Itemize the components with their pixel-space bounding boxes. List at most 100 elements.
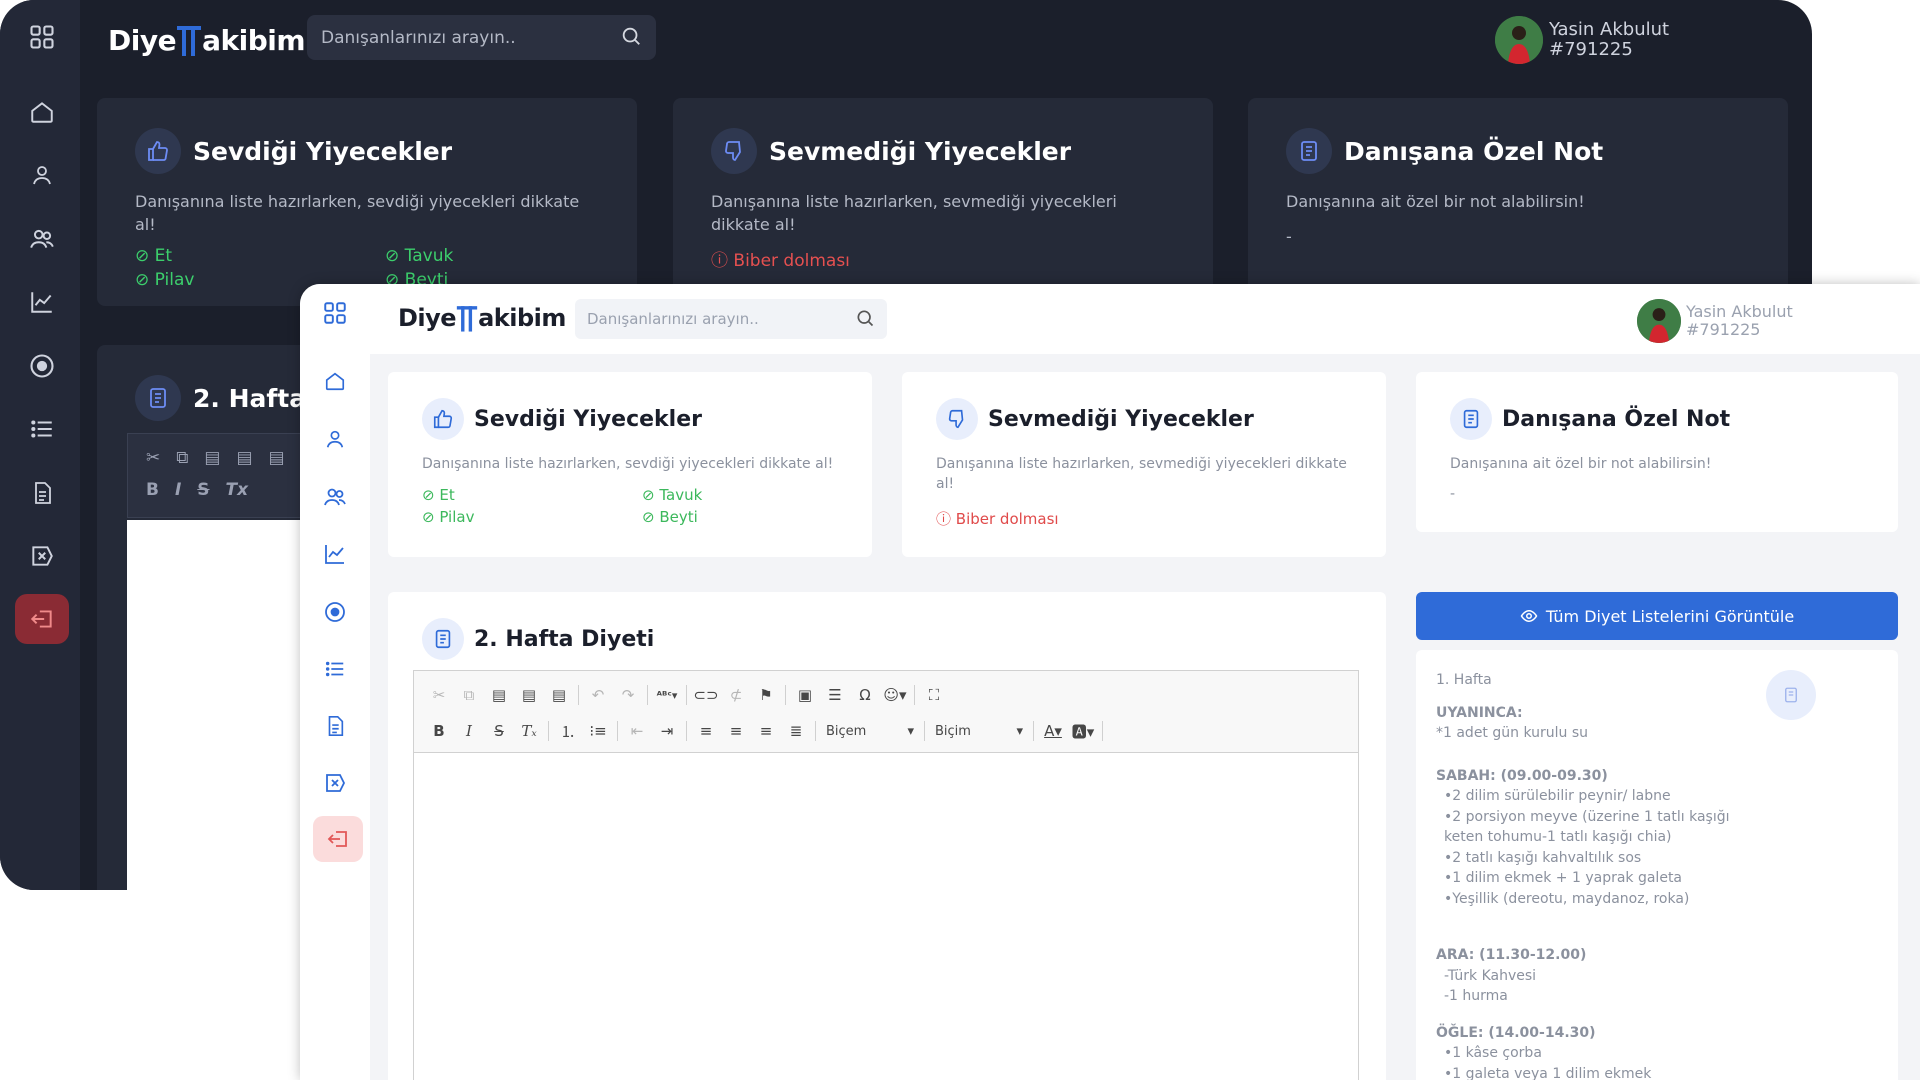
dark-search-input[interactable]: Danışanlarınızı arayın.. [307, 15, 656, 60]
remove-format-icon[interactable]: Tx [226, 480, 249, 500]
logout-icon[interactable] [313, 816, 363, 862]
card-title: Sevmediği Yiyecekler [769, 136, 1072, 166]
bullet-list-icon[interactable]: ⁝≡ [583, 718, 613, 744]
disliked-foods-card: Sevmediği Yiyecekler Danışanına liste ha… [902, 372, 1386, 557]
user-profile[interactable]: Yasin Akbulut #791225 [1637, 299, 1793, 343]
cut-icon[interactable]: ✂ [146, 448, 160, 468]
users-icon[interactable] [318, 480, 352, 514]
x-square-icon[interactable] [23, 537, 61, 575]
liked-food-item: ⊘ Et [422, 486, 455, 504]
align-justify-icon[interactable]: ≣ [781, 718, 811, 744]
grid-icon[interactable] [23, 18, 61, 56]
disliked-food-item: ⓘ Biber dolması [936, 510, 1059, 528]
cut-icon[interactable]: ✂ [424, 682, 454, 708]
align-center-icon[interactable]: ≡ [721, 718, 751, 744]
chart-icon[interactable] [23, 283, 61, 321]
target-icon[interactable] [23, 347, 61, 385]
view-all-diets-button[interactable]: Tüm Diyet Listelerini Görüntüle [1416, 592, 1898, 640]
paste-icon[interactable]: ▤ [484, 682, 514, 708]
copy-icon[interactable]: ⧉ [454, 682, 484, 708]
note-value: - [1286, 227, 1292, 246]
avatar [1637, 299, 1681, 343]
maximize-icon[interactable]: ⛶ [919, 682, 949, 708]
card-title: 2. Hafta Diyeti [474, 626, 655, 652]
document-icon[interactable] [23, 474, 61, 512]
bold-icon[interactable]: B [146, 480, 159, 500]
user-profile[interactable]: Yasin Akbulut #791225 [1495, 16, 1669, 64]
horizontal-line-icon[interactable]: ☰ [820, 682, 850, 708]
brand-suffix: akibim [478, 304, 566, 332]
text-color-icon[interactable]: A▾ [1038, 718, 1068, 744]
home-icon[interactable] [23, 93, 61, 131]
link-icon[interactable]: ⊂⊃ [691, 682, 721, 708]
editor-toolbar: ✂ ⧉ ▤ ▤ ▤ ↶ ↷ ᴬᴮᶜ▾ ⊂⊃ ⊄ ⚑ ▣ ☰ Ω ☺▾ ⛶ B I… [414, 671, 1358, 753]
list-icon[interactable] [318, 652, 352, 686]
users-icon[interactable] [23, 220, 61, 258]
disliked-foods-card: Sevmediği Yiyecekler Danışanına liste ha… [673, 98, 1213, 306]
search-input[interactable]: Danışanlarınızı arayın.. [575, 299, 887, 339]
brand-logo[interactable]: Diye akibim [108, 22, 306, 58]
home-icon[interactable] [318, 364, 352, 398]
indent-icon[interactable]: ⇥ [652, 718, 682, 744]
search-icon[interactable] [620, 25, 642, 47]
diet-list-panel: 1. Hafta UYANINCA: *1 adet gün kurulu su… [1416, 650, 1898, 1080]
bold-icon[interactable]: B [424, 718, 454, 744]
liked-food-item: ⊘ Pilav [422, 508, 475, 526]
style-select[interactable]: Biçim ▾ [929, 719, 1029, 743]
chart-icon[interactable] [318, 537, 352, 571]
format-select[interactable]: Biçem ▾ [820, 719, 920, 743]
italic-icon[interactable]: I [175, 480, 181, 500]
thumbs-down-icon [711, 128, 757, 174]
remove-format-icon[interactable]: Tₓ [514, 718, 544, 744]
user-name: Yasin Akbulut [1549, 19, 1670, 40]
paste-word-icon[interactable]: ▤ [544, 682, 574, 708]
undo-icon[interactable]: ↶ [583, 682, 613, 708]
copy-icon[interactable]: ⧉ [176, 448, 188, 468]
align-right-icon[interactable]: ≡ [751, 718, 781, 744]
card-description: Danışanına liste hazırlarken, sevdiği yi… [422, 456, 834, 472]
x-square-icon[interactable] [318, 766, 352, 800]
eye-icon [1520, 607, 1538, 625]
logout-icon[interactable] [15, 594, 69, 644]
emoji-icon[interactable]: ☺▾ [880, 682, 910, 708]
align-left-icon[interactable]: ≡ [691, 718, 721, 744]
document-icon[interactable] [318, 709, 352, 743]
diet-section: ÖĞLE: (14.00-14.30) •1 kâse çorba •1 gal… [1436, 1024, 1652, 1080]
brand-logo[interactable]: Diye akibim [398, 302, 566, 334]
special-char-icon[interactable]: Ω [850, 682, 880, 708]
document-icon[interactable] [1766, 670, 1816, 720]
search-placeholder: Danışanlarınızı arayın.. [587, 310, 759, 328]
card-description: Danışanına ait özel bir not alabilirsin! [1286, 192, 1585, 211]
card-title: Danışana Özel Not [1344, 136, 1604, 166]
editor-content-area[interactable] [414, 753, 1358, 1080]
italic-icon[interactable]: I [454, 718, 484, 744]
user-icon[interactable] [23, 156, 61, 194]
user-name: Yasin Akbulut [1686, 302, 1793, 321]
paste-icon[interactable]: ▤ [204, 448, 220, 468]
note-icon [135, 375, 181, 421]
paste-word-icon[interactable]: ▤ [269, 448, 285, 468]
anchor-flag-icon[interactable]: ⚑ [751, 682, 781, 708]
spellcheck-icon[interactable]: ᴬᴮᶜ▾ [652, 682, 682, 708]
paste-text-icon[interactable]: ▤ [514, 682, 544, 708]
search-placeholder: Danışanlarınızı arayın.. [321, 28, 516, 48]
rich-text-editor: ✂ ⧉ ▤ ▤ ▤ ↶ ↷ ᴬᴮᶜ▾ ⊂⊃ ⊄ ⚑ ▣ ☰ Ω ☺▾ ⛶ B I… [413, 670, 1359, 1080]
user-icon[interactable] [318, 422, 352, 456]
target-icon[interactable] [318, 595, 352, 629]
paste-text-icon[interactable]: ▤ [236, 448, 252, 468]
strike-icon[interactable]: S [484, 718, 514, 744]
outdent-icon[interactable]: ⇤ [622, 718, 652, 744]
redo-icon[interactable]: ↷ [613, 682, 643, 708]
list-icon[interactable] [23, 410, 61, 448]
bg-color-icon[interactable]: 🅰▾ [1068, 718, 1098, 744]
grid-icon[interactable] [318, 296, 352, 330]
card-description: Danışanına ait özel bir not alabilirsin! [1450, 456, 1712, 472]
sidebar [300, 284, 370, 1080]
private-note-card: Danışana Özel Not Danışanına ait özel bi… [1248, 98, 1788, 306]
unlink-icon[interactable]: ⊄ [721, 682, 751, 708]
image-icon[interactable]: ▣ [790, 682, 820, 708]
card-description: Danışanına liste hazırlarken, sevmediği … [936, 456, 1347, 492]
strike-icon[interactable]: S [197, 480, 209, 500]
search-icon[interactable] [855, 308, 875, 328]
numbered-list-icon[interactable]: ⒈ [553, 718, 583, 744]
